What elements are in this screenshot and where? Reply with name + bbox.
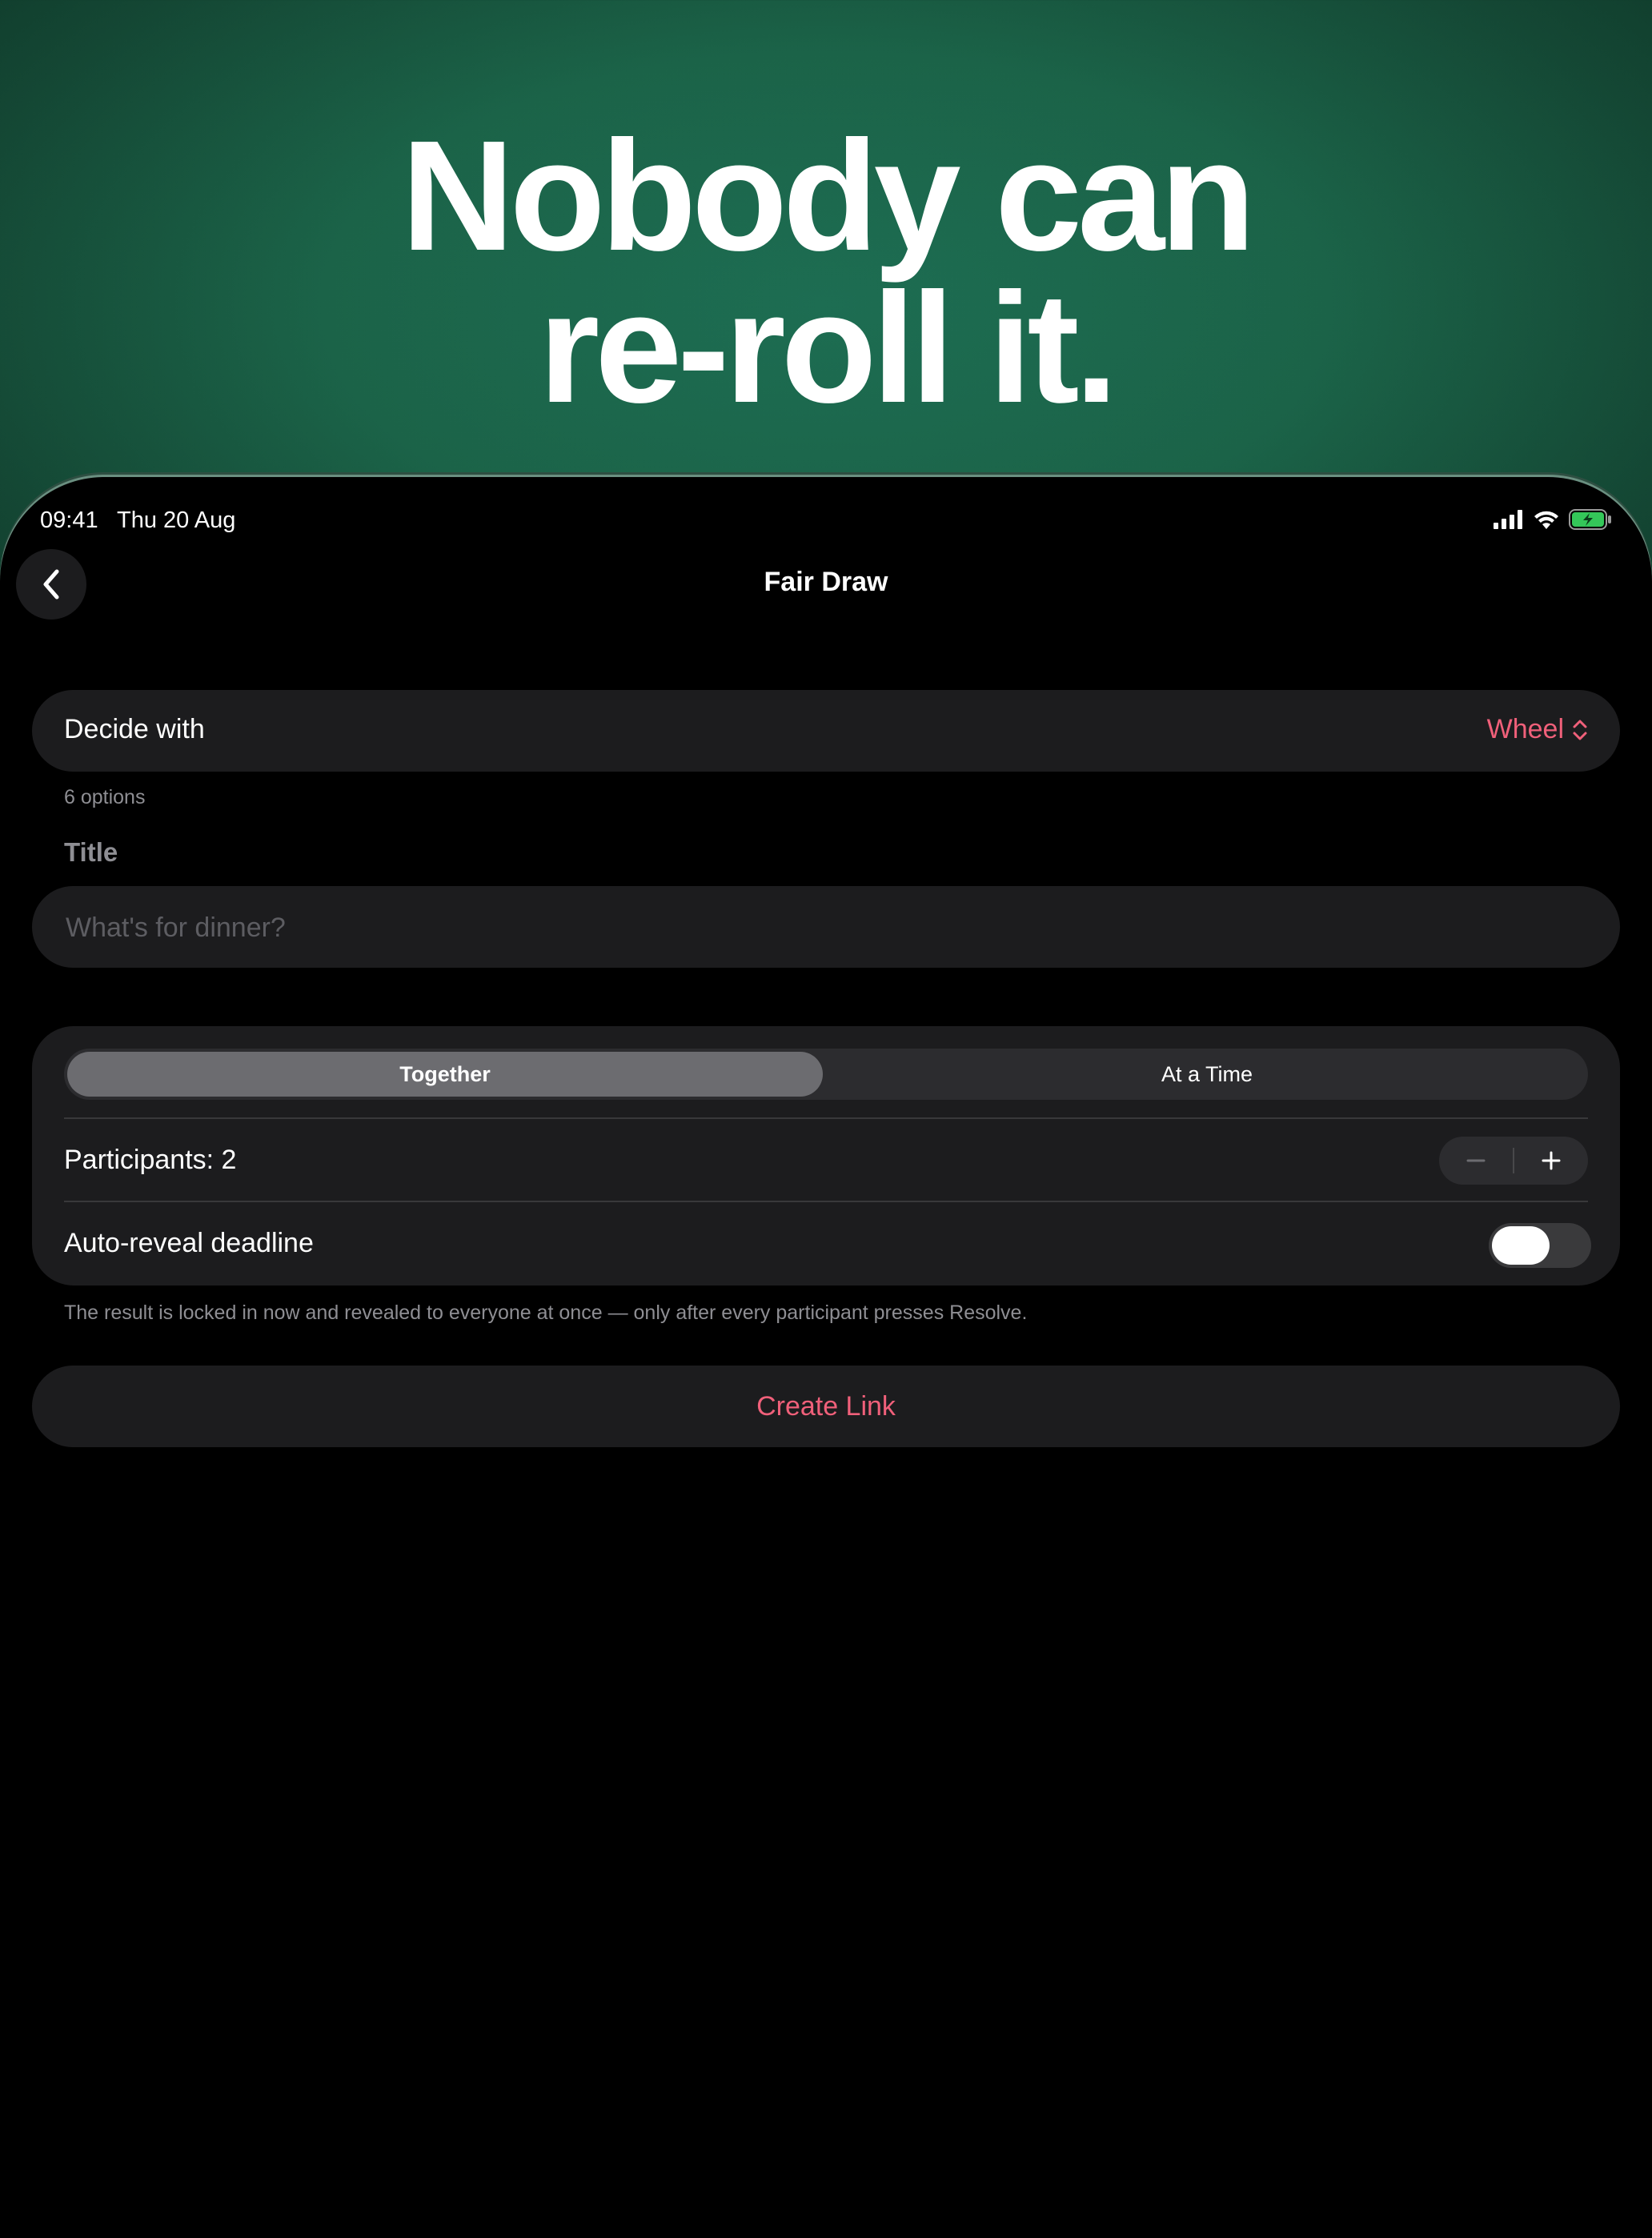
status-date: Thu 20 Aug — [117, 507, 236, 533]
title-section-heading: Title — [64, 837, 118, 867]
draw-settings-group: Together At a Time Participants: 2 Auto-… — [32, 1026, 1620, 1285]
decide-with-label: Decide with — [64, 714, 205, 744]
title-input[interactable] — [64, 886, 1588, 969]
headline: Nobody can re-roll it. — [0, 108, 1652, 435]
page-title: Fair Draw — [764, 567, 888, 597]
divider — [64, 1117, 1588, 1119]
status-icons — [1494, 509, 1612, 530]
headline-line-2: re-roll it. — [538, 260, 1118, 435]
mode-segmented-control: Together At a Time — [64, 1049, 1588, 1100]
auto-reveal-label: Auto-reveal deadline — [64, 1228, 314, 1258]
decrement-button[interactable] — [1439, 1137, 1513, 1185]
title-field-container — [32, 886, 1620, 969]
auto-reveal-toggle[interactable] — [1489, 1223, 1591, 1268]
segment-at-a-time[interactable]: At a Time — [829, 1052, 1585, 1097]
create-link-label: Create Link — [756, 1390, 896, 1422]
decide-with-picker[interactable]: Decide with Wheel — [32, 690, 1620, 772]
chevron-up-down-icon — [1573, 720, 1587, 740]
segment-together[interactable]: Together — [67, 1052, 823, 1097]
participants-stepper — [1439, 1137, 1588, 1185]
status-bar: 09:41 Thu 20 Aug — [40, 507, 1612, 547]
device-screen: 09:41 Thu 20 Aug Fair Draw Decide with W… — [0, 477, 1652, 2238]
options-count: 6 options — [64, 786, 146, 808]
plus-icon — [1542, 1151, 1561, 1170]
create-link-button[interactable]: Create Link — [32, 1366, 1620, 1447]
toggle-knob — [1492, 1226, 1550, 1265]
headline-line-1: Nobody can — [401, 108, 1256, 283]
minus-icon — [1466, 1159, 1486, 1162]
explanation-text: The result is locked in now and revealed… — [64, 1301, 1028, 1324]
divider — [64, 1201, 1588, 1202]
increment-button[interactable] — [1514, 1137, 1588, 1185]
participants-label: Participants: 2 — [64, 1145, 237, 1175]
decide-with-value[interactable]: Wheel — [1487, 714, 1588, 745]
decide-with-selected: Wheel — [1486, 714, 1564, 744]
status-time: 09:41 — [40, 507, 98, 533]
wifi-icon — [1534, 511, 1558, 529]
cellular-signal-icon — [1494, 510, 1522, 529]
battery-charging-icon — [1569, 509, 1611, 530]
